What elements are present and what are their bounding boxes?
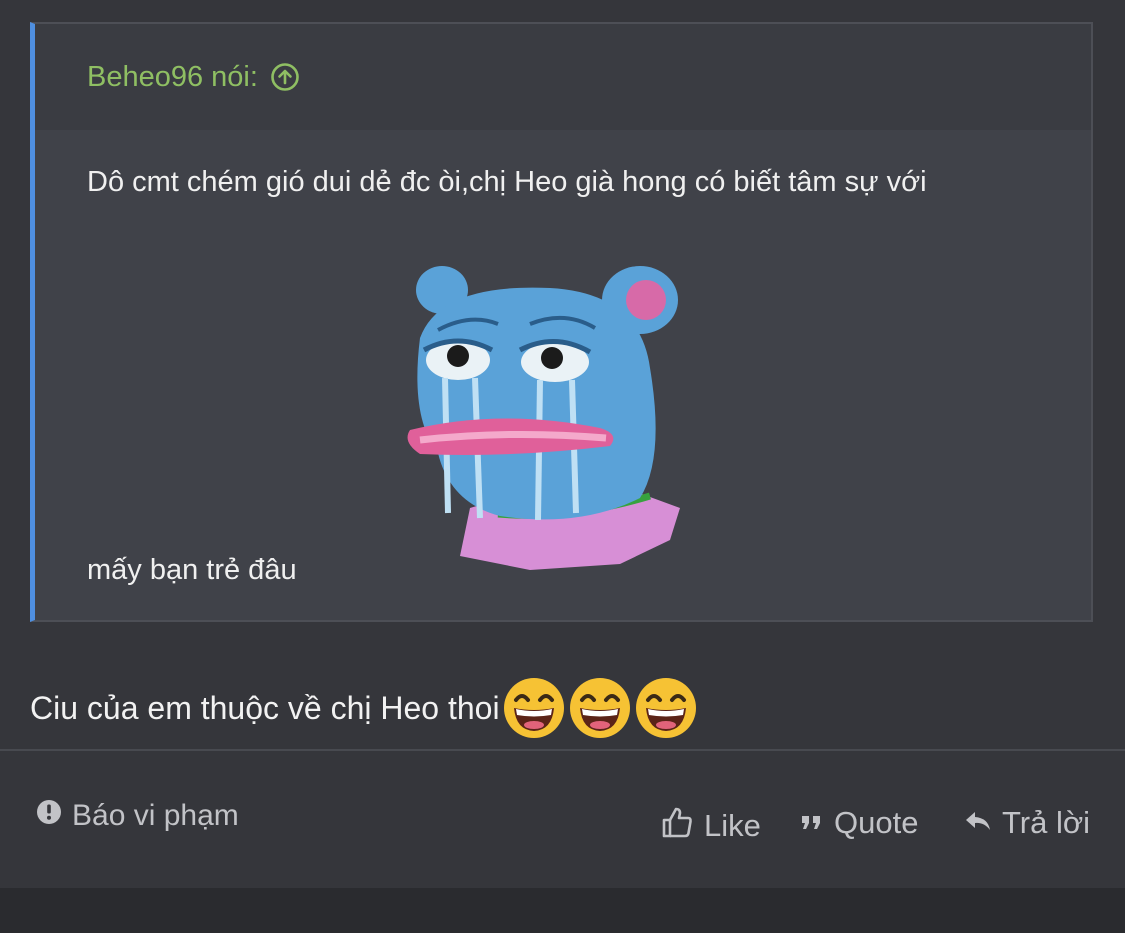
like-label: Like	[704, 808, 761, 843]
quote-author-link[interactable]: Beheo96 nói:	[87, 61, 300, 94]
alert-circle-icon	[36, 799, 62, 833]
reply-arrow-icon	[964, 805, 992, 841]
quote-author-name: Beheo96 nói:	[87, 60, 258, 93]
grinning-face-emoji	[634, 676, 698, 740]
quote-header: Beheo96 nói:	[35, 24, 1091, 130]
reply-button[interactable]: Trả lời	[964, 805, 1090, 841]
like-button[interactable]: Like	[660, 805, 761, 847]
grinning-face-emoji	[502, 676, 566, 740]
quote-text-continued: mấy bạn trẻ đâu	[87, 554, 297, 586]
thumbs-up-icon	[660, 805, 694, 847]
grinning-face-emoji	[568, 676, 632, 740]
post-actions-bar: Báo vi phạm Like Quote Trả lời	[0, 751, 1125, 888]
quote-label: Quote	[834, 805, 919, 840]
post-container: Beheo96 nói: Dô cmt chém gió dui dẻ đc ò…	[0, 0, 1125, 888]
post-message: Ciu của em thuộc về chị Heo thoi	[30, 676, 698, 740]
report-label: Báo vi phạm	[72, 799, 239, 832]
report-button[interactable]: Báo vi phạm	[36, 799, 239, 833]
crying-pig-sticker	[380, 258, 700, 573]
reply-label: Trả lời	[1002, 805, 1091, 840]
emoji-group	[502, 676, 698, 740]
quote-button[interactable]: Quote	[800, 805, 918, 841]
page-bottom-strip	[0, 888, 1125, 933]
post-message-text: Ciu của em thuộc về chị Heo thoi	[30, 689, 500, 726]
arrow-up-circle-icon[interactable]	[270, 62, 300, 92]
quote-block: Beheo96 nói: Dô cmt chém gió dui dẻ đc ò…	[30, 22, 1093, 622]
quote-marks-icon	[800, 805, 824, 841]
quote-body: Dô cmt chém gió dui dẻ đc òi,chị Heo già…	[35, 130, 1091, 622]
quote-text: Dô cmt chém gió dui dẻ đc òi,chị Heo già…	[87, 166, 927, 198]
